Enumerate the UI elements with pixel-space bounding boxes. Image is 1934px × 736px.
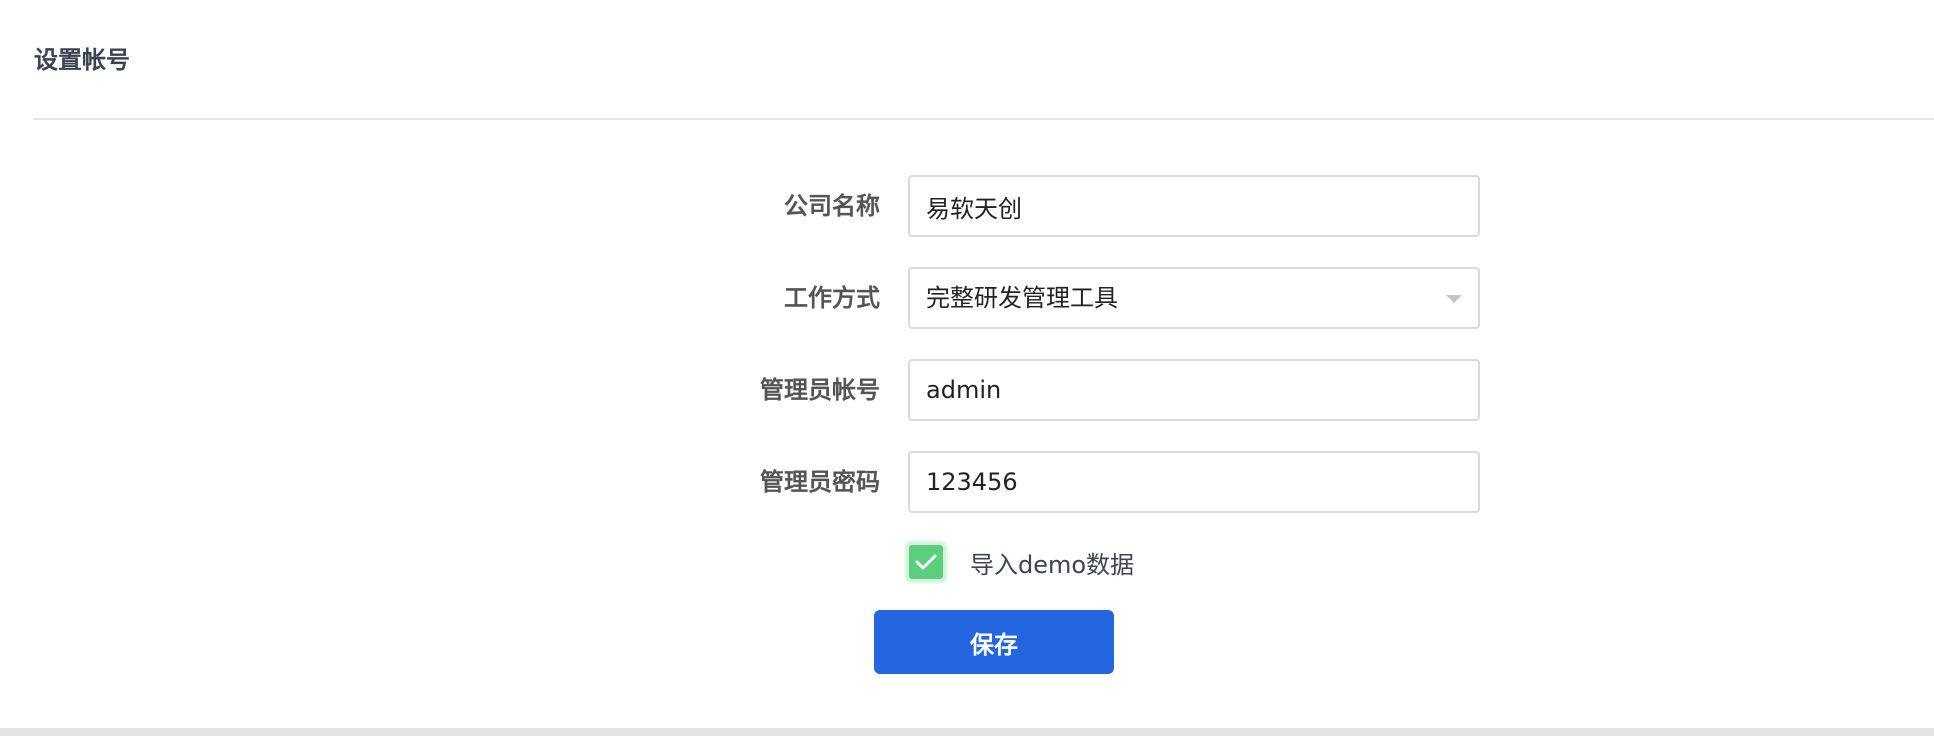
company-name-label: 公司名称 [784, 192, 880, 220]
checkmark-icon [915, 554, 937, 570]
work-mode-select[interactable]: 完整研发管理工具 [908, 267, 1480, 329]
save-button[interactable]: 保存 [874, 610, 1114, 674]
admin-account-label: 管理员帐号 [760, 376, 880, 404]
admin-password-label: 管理员密码 [760, 468, 880, 496]
admin-account-input[interactable] [908, 359, 1480, 421]
import-demo-checkbox[interactable] [906, 542, 946, 582]
work-mode-label: 工作方式 [784, 284, 880, 312]
setup-account-panel: 设置帐号 公司名称 工作方式 完整研发管理工具 管理员帐号 管理员密码 导入de… [0, 0, 1934, 728]
import-demo-label: 导入demo数据 [970, 550, 1135, 579]
page-title: 设置帐号 [34, 46, 130, 74]
header-divider [34, 118, 1934, 120]
company-name-input[interactable] [908, 175, 1480, 237]
caret-down-icon [1446, 295, 1462, 303]
work-mode-selected-value: 完整研发管理工具 [926, 284, 1118, 312]
import-demo-option[interactable]: 导入demo数据 [906, 540, 1134, 584]
admin-password-input[interactable] [908, 451, 1480, 513]
